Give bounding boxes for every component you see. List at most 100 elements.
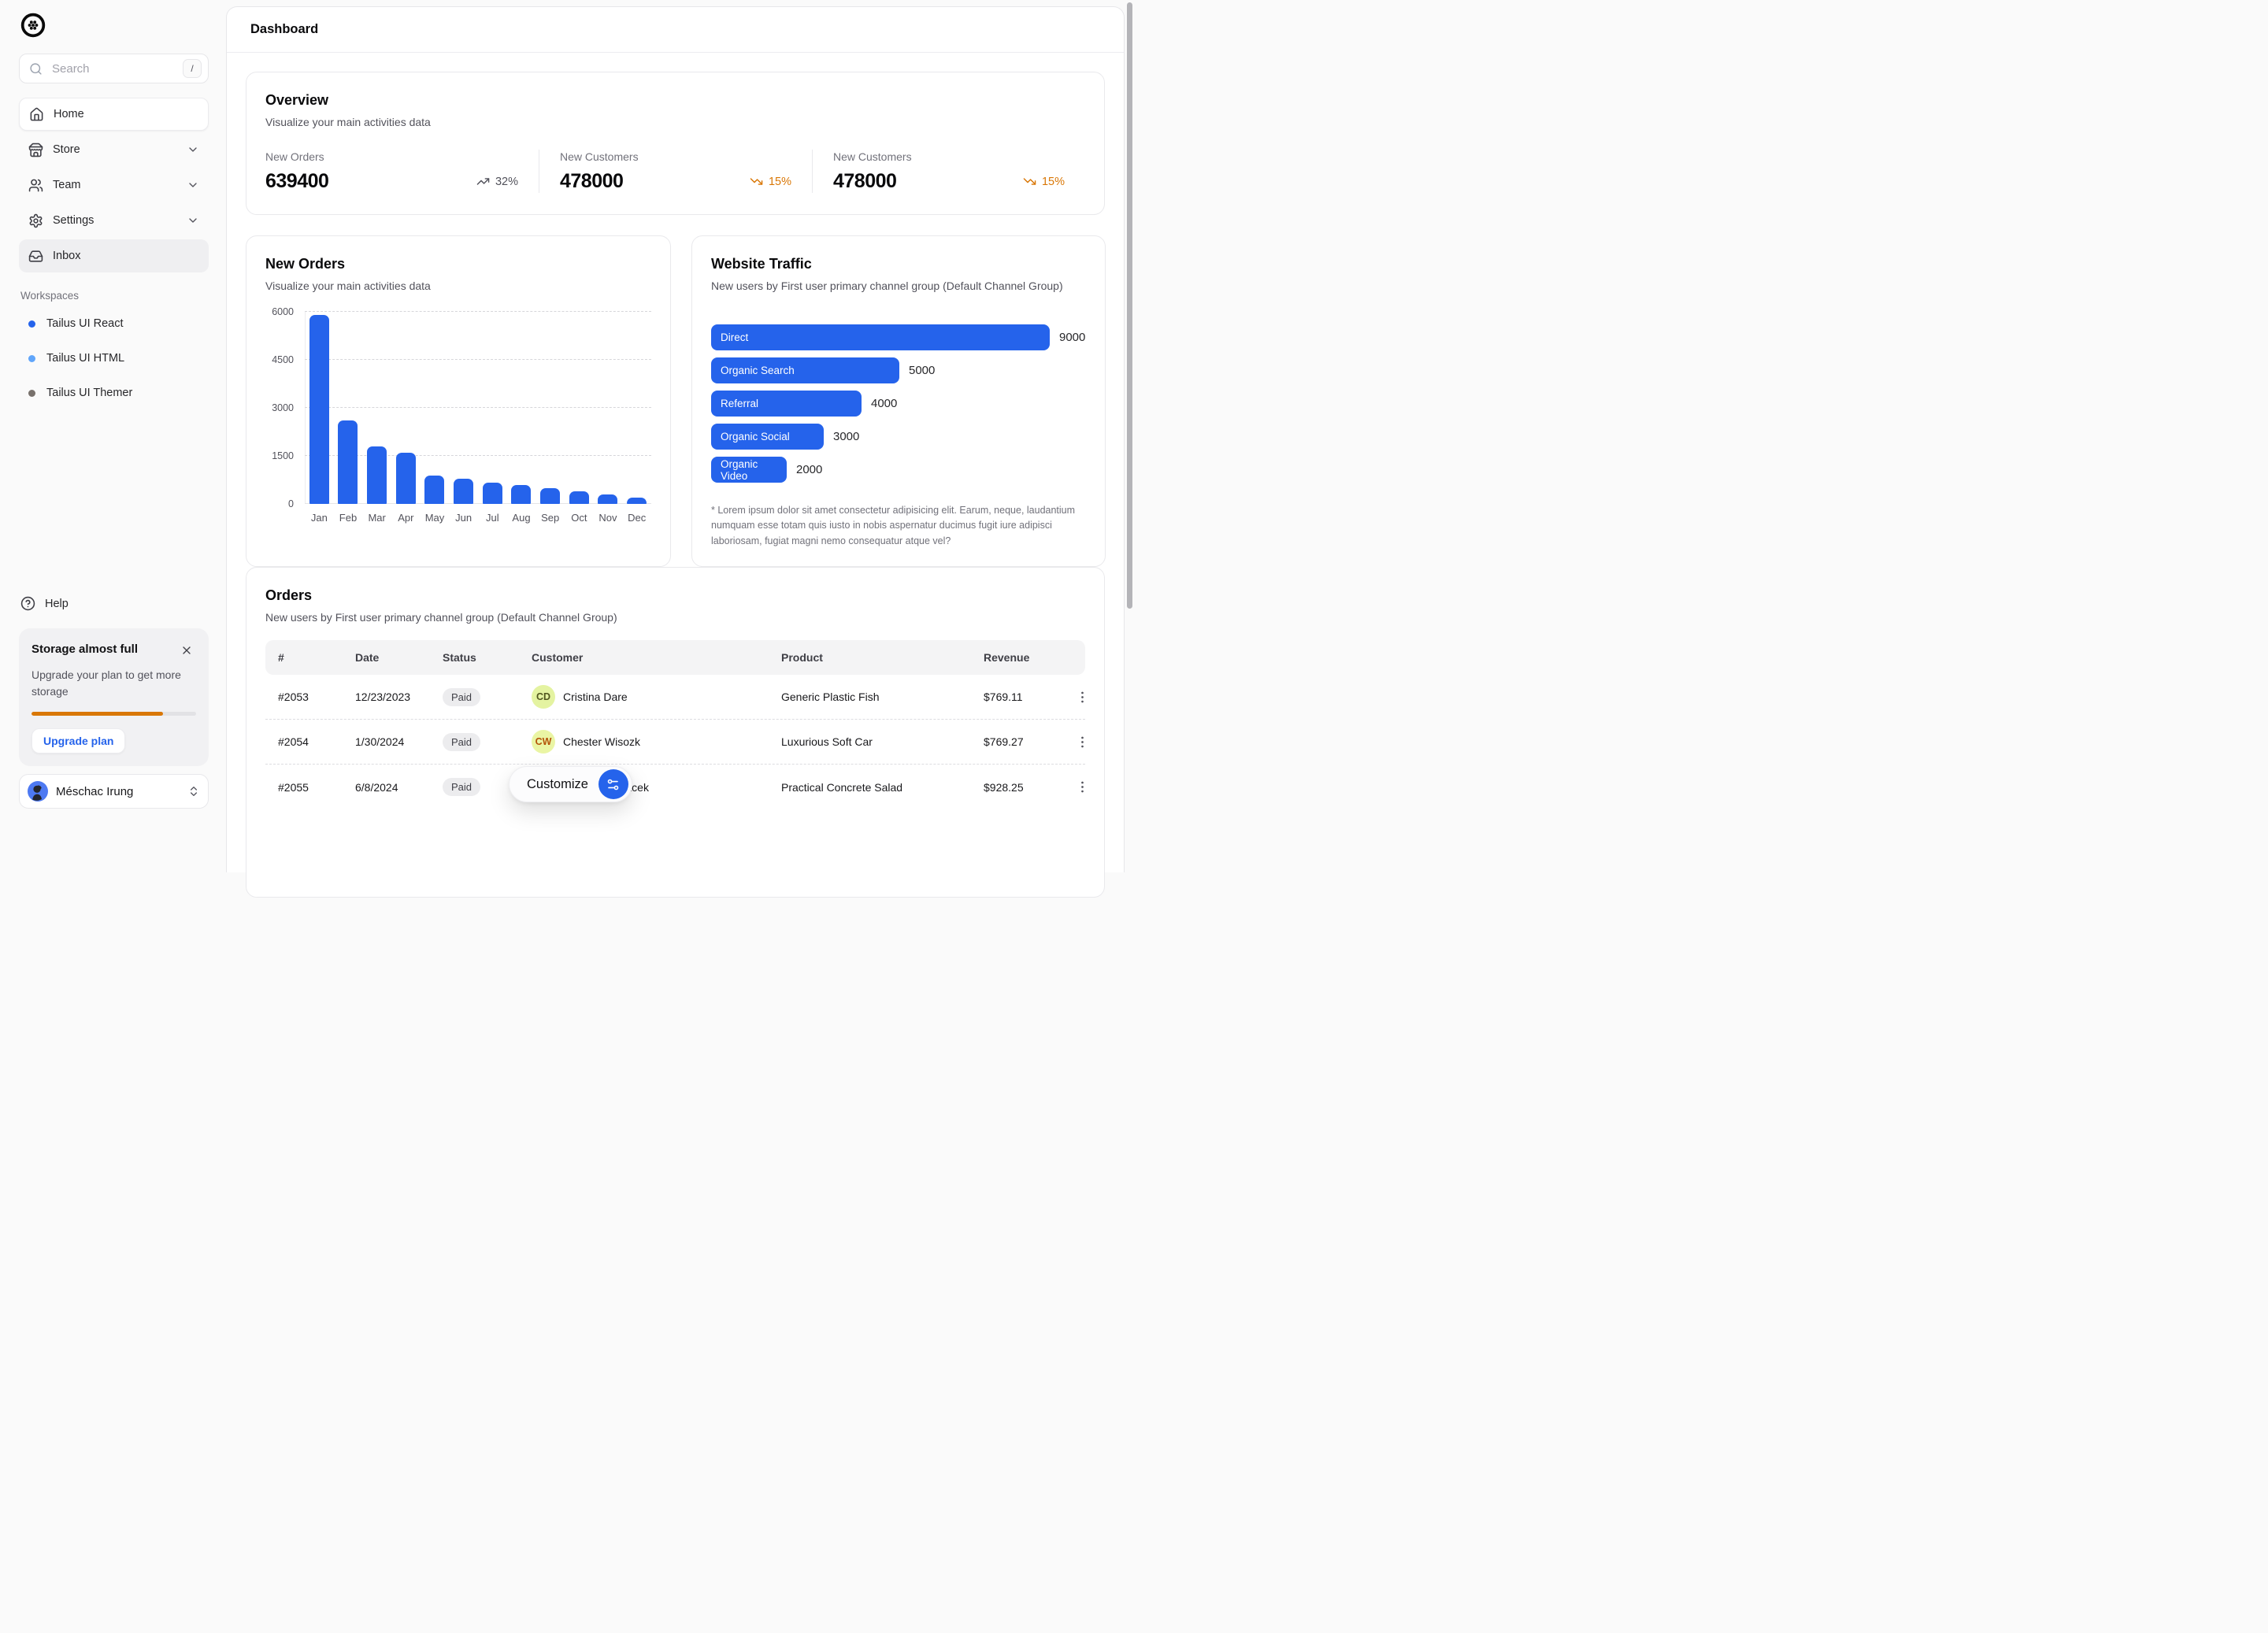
row-menu-icon[interactable] — [1073, 732, 1091, 751]
traffic-bar-value: 3000 — [833, 430, 859, 443]
traffic-bar-direct: Direct — [711, 324, 1050, 350]
bar-mar — [367, 446, 387, 504]
bar-dec — [627, 498, 647, 504]
traffic-bar-value: 4000 — [871, 397, 897, 410]
trending-down-icon — [1023, 175, 1036, 188]
table-row-2054[interactable]: #20541/30/2024PaidCWChester WisozkLuxuri… — [265, 720, 1085, 765]
website-traffic-subtitle: New users by First user primary channel … — [711, 279, 1086, 293]
sidebar-item-label: Team — [53, 179, 80, 191]
status-badge: Paid — [443, 778, 480, 796]
sidebar-item-home[interactable]: Home — [19, 98, 209, 131]
sidebar-item-team[interactable]: Team — [19, 168, 209, 202]
order-id: #2055 — [278, 781, 355, 794]
bars-group — [305, 312, 651, 504]
sliders-icon — [598, 769, 628, 799]
sidebar-item-label: Inbox — [53, 250, 80, 262]
avatar: CD — [532, 685, 555, 709]
y-tick-label: 1500 — [272, 450, 294, 461]
website-traffic-title: Website Traffic — [711, 255, 1086, 272]
order-revenue: $769.11 — [984, 691, 1073, 703]
traffic-bar-row: Referral 4000 — [711, 391, 1086, 417]
x-tick-label: Dec — [628, 512, 646, 524]
customize-label: Customize — [527, 777, 588, 792]
new-orders-chart-title: New Orders — [265, 255, 651, 272]
bar-feb — [338, 420, 358, 504]
workspace-item[interactable]: Tailus UI HTML — [19, 341, 209, 376]
new-orders-bar-chart: 01500300045006000 — [265, 312, 651, 504]
trending-up-icon — [476, 175, 490, 188]
x-tick-label: Nov — [598, 512, 617, 524]
upgrade-plan-button[interactable]: Upgrade plan — [32, 728, 125, 754]
chevron-down-icon — [187, 214, 199, 227]
customize-button[interactable]: Customize — [509, 766, 632, 802]
table-row-2055[interactable]: #20556/8/2024PaidPKPaulette KovacekPract… — [265, 765, 1085, 809]
workspace-dot-icon — [28, 355, 35, 362]
gear-icon — [28, 213, 43, 228]
scrollbar-thumb[interactable] — [1127, 2, 1132, 609]
y-tick-label: 0 — [288, 498, 294, 509]
x-tick-label: Jan — [311, 512, 328, 524]
stat-delta-value: 15% — [769, 176, 791, 188]
x-axis-labels: JanFebMarAprMayJunJulAugSepOctNovDec — [305, 512, 651, 524]
sidebar-item-label: Home — [54, 108, 84, 120]
stat-label: New Customers — [833, 150, 1065, 164]
order-revenue: $769.27 — [984, 735, 1073, 748]
users-icon — [28, 178, 43, 193]
search-input[interactable] — [50, 61, 175, 76]
traffic-bar-row: Direct9000 — [711, 324, 1086, 350]
stat-value: 478000 — [560, 170, 623, 193]
x-tick-label: May — [425, 512, 445, 524]
traffic-bars: Direct9000Organic Search5000Referral4000… — [711, 324, 1086, 483]
sidebar-item-settings[interactable]: Settings — [19, 204, 209, 237]
bar-jun — [454, 479, 473, 504]
row-menu-icon[interactable] — [1073, 778, 1091, 797]
search-shortcut-kbd: / — [183, 59, 202, 78]
stat-new-customers: New Customers47800015% — [539, 150, 812, 193]
chevron-down-icon — [187, 179, 199, 191]
app-logo-icon[interactable] — [20, 13, 46, 38]
user-menu[interactable]: Méschac Irung — [19, 774, 209, 809]
x-tick-label: Sep — [541, 512, 559, 524]
sidebar-item-store[interactable]: Store — [19, 133, 209, 166]
column-header-id: # — [278, 651, 355, 664]
store-icon — [28, 143, 43, 157]
storage-alert-title: Storage almost full — [32, 641, 138, 656]
workspace-label: Tailus UI Themer — [46, 387, 132, 399]
product-name: Luxurious Soft Car — [781, 735, 984, 748]
new-orders-chart-card: New Orders Visualize your main activitie… — [246, 235, 671, 567]
orders-table-header: #DateStatusCustomerProductRevenue — [265, 640, 1085, 675]
orders-bar-plot — [305, 312, 651, 504]
close-icon[interactable] — [177, 641, 196, 660]
column-header-status: Status — [443, 651, 532, 664]
orders-title: Orders — [265, 587, 1085, 604]
x-tick-label: Jun — [455, 512, 472, 524]
stat-delta-value: 32% — [495, 176, 518, 188]
x-tick-label: Jul — [486, 512, 499, 524]
inbox-icon — [28, 249, 43, 264]
bar-aug — [511, 485, 531, 504]
row-menu-icon[interactable] — [1073, 687, 1091, 706]
sidebar-item-label: Store — [53, 143, 80, 156]
overview-card: Overview Visualize your main activities … — [246, 72, 1105, 215]
sidebar-item-inbox[interactable]: Inbox — [19, 239, 209, 272]
customer-name: Cristina Dare — [563, 691, 628, 703]
chevron-down-icon — [187, 143, 199, 156]
column-header-date: Date — [355, 651, 443, 664]
traffic-footnote: * Lorem ipsum dolor sit amet consectetur… — [711, 503, 1086, 549]
order-date: 1/30/2024 — [355, 735, 443, 748]
storage-alert-description: Upgrade your plan to get more storage — [32, 667, 196, 699]
table-row-2053[interactable]: #205312/23/2023PaidCDCristina DareGeneri… — [265, 675, 1085, 720]
sidebar-item-help[interactable]: Help — [19, 596, 209, 611]
bar-oct — [569, 491, 589, 504]
workspace-item[interactable]: Tailus UI Themer — [19, 376, 209, 410]
traffic-bar-label: Referral — [721, 398, 758, 409]
search-field[interactable]: / — [19, 54, 209, 83]
traffic-bar-organic-search: Organic Search — [711, 357, 899, 383]
storage-progress-bar — [32, 712, 196, 716]
workspace-item[interactable]: Tailus UI React — [19, 306, 209, 341]
bar-sep — [540, 488, 560, 504]
workspaces-list: Tailus UI ReactTailus UI HTML Tailus UI T… — [19, 306, 209, 410]
traffic-bar-row: Organic Video2000 — [711, 457, 1086, 483]
order-date: 6/8/2024 — [355, 781, 443, 794]
traffic-bar-referral: Referral — [711, 391, 862, 417]
